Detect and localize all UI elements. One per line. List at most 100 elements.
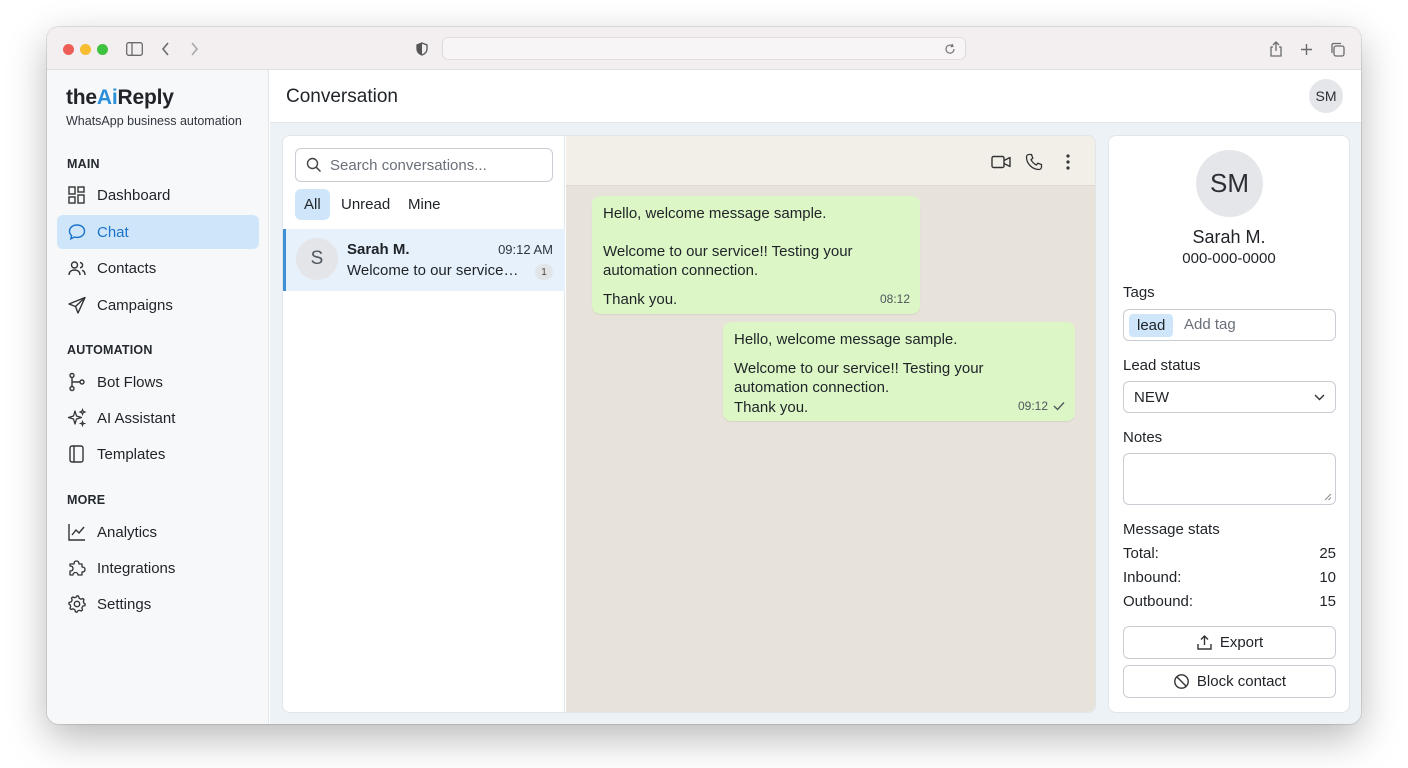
flow-icon [69,372,85,392]
user-avatar-button[interactable]: SM [1309,79,1343,113]
unread-badge: 1 [535,264,553,280]
tag-chip[interactable]: lead [1129,314,1174,337]
tags-field[interactable]: lead [1123,309,1336,341]
sidebar-item-contacts[interactable]: Contacts [57,251,259,285]
browser-toolbar [47,27,1361,70]
sidebar-item-settings[interactable]: Settings [57,587,259,621]
section-title-more: MORE [67,493,106,507]
lead-status-select[interactable]: NEW [1123,381,1336,413]
conversation-name: Sarah M. [347,241,410,258]
dashboard-icon [68,186,85,204]
chevron-down-icon [1314,394,1325,401]
section-title-main: MAIN [67,157,100,171]
sidebar-item-templates[interactable]: Templates [57,437,259,471]
stat-row-total: Total: 25 [1123,545,1336,562]
message-line: Thank you. [603,290,678,308]
contact-name: Sarah M. [1192,227,1266,247]
sidebar-item-label: Chat [97,223,129,241]
sidebar-item-label: Contacts [97,259,157,277]
sidebar-item-analytics[interactable]: Analytics [57,515,259,549]
section-title-automation: AUTOMATION [67,343,153,357]
lead-status-label: Lead status [1123,357,1201,374]
phone-call-icon[interactable] [1023,151,1045,173]
address-bar[interactable] [442,37,966,60]
page-header: Conversation SM [270,70,1361,123]
resize-handle-icon[interactable] [1324,493,1332,501]
video-call-icon[interactable] [990,151,1012,173]
sidebar-item-dashboard[interactable]: Dashboard [57,178,259,212]
chat-panel: All Unread Mine S Sarah M. 09:12 AM Welc… [282,135,1096,713]
conversation-time: 09:12 AM [498,242,553,257]
back-icon[interactable] [156,39,176,59]
template-icon [69,445,84,463]
sidebar: theAiReply WhatsApp business automation … [47,70,269,724]
maximize-window-button[interactable] [97,44,108,55]
contacts-icon [68,261,86,276]
search-box[interactable] [295,148,553,182]
block-icon [1173,674,1189,689]
sent-check-icon [1053,402,1065,411]
privacy-shield-icon[interactable] [412,39,432,59]
more-options-icon[interactable] [1057,151,1079,173]
sidebar-item-label: Settings [97,595,152,613]
tags-label: Tags [1123,284,1155,301]
share-icon[interactable] [1266,39,1286,59]
gear-icon [68,595,86,613]
reload-icon[interactable] [944,43,956,55]
sparkles-icon [67,408,87,428]
sidebar-item-label: AI Assistant [97,409,176,427]
sidebar-item-chat[interactable]: Chat [57,215,259,249]
page-title: Conversation [286,86,398,107]
sidebar-item-integrations[interactable]: Integrations [57,551,259,585]
add-tag-input[interactable] [1184,316,1324,333]
message-area: Hello, welcome message sample. Welcome t… [566,136,1095,712]
sidebar-item-bot-flows[interactable]: Bot Flows [57,365,259,399]
sidebar-item-campaigns[interactable]: Campaigns [57,288,259,322]
message-line: Hello, welcome message sample. [603,205,827,222]
block-contact-button[interactable]: Block contact [1123,665,1336,698]
sidebar-item-label: Templates [97,445,166,463]
message-stats-title: Message stats [1123,521,1220,538]
conversation-item[interactable]: S Sarah M. 09:12 AM Welcome to our servi… [283,229,565,291]
contact-phone: 000-000-0000 [1182,250,1276,267]
brand-logo[interactable]: theAiReply [66,86,174,110]
chart-icon [68,524,85,541]
sidebar-item-label: Bot Flows [97,373,163,391]
search-input[interactable] [330,156,530,174]
message-bubble-outbound[interactable]: Hello, welcome message sample. Welcome t… [723,322,1075,421]
message-time: 08:12 [879,291,910,306]
sidebar-item-label: Integrations [97,559,176,577]
message-line: Hello, welcome message sample. [734,331,958,348]
avatar: S [296,238,338,280]
message-bubble-inbound[interactable]: Hello, welcome message sample. Welcome t… [592,196,920,314]
notes-label: Notes [1123,429,1163,446]
message-line: automation connection. [734,379,890,396]
stat-row-inbound: Inbound: 10 [1123,569,1336,586]
new-tab-icon[interactable] [1296,39,1316,59]
filter-tab-mine[interactable]: Mine [399,189,450,220]
export-button[interactable]: Export [1123,626,1336,659]
message-line: Welcome to our service!! Testing your [603,242,853,260]
conversation-list: All Unread Mine S Sarah M. 09:12 AM Welc… [283,136,565,712]
sidebar-item-label: Dashboard [97,186,171,204]
sidebar-item-ai-assistant[interactable]: AI Assistant [57,401,259,435]
conversation-preview: Welcome to our service!! Testing your au… [347,262,522,279]
main-area: Conversation SM All Unread Mine S Sarah … [270,70,1361,724]
tab-overview-icon[interactable] [1327,39,1347,59]
sidebar-toggle-icon[interactable] [124,39,144,59]
filter-tab-all[interactable]: All [295,189,330,220]
search-icon [306,157,322,173]
contact-panel: SM Sarah M. 000-000-0000 Tags lead Lead … [1108,135,1350,713]
chat-header [566,136,1095,186]
filter-tab-unread[interactable]: Unread [332,189,399,220]
browser-window: theAiReply WhatsApp business automation … [47,27,1361,724]
notes-textarea[interactable] [1123,453,1336,505]
chat-icon [68,224,86,241]
minimize-window-button[interactable] [80,44,91,55]
close-window-button[interactable] [63,44,74,55]
stat-row-outbound: Outbound: 15 [1123,593,1336,610]
forward-icon[interactable] [184,39,204,59]
upload-icon [1197,635,1212,650]
message-line: automation connection. [603,262,759,279]
message-time: 09:12 [1018,397,1065,417]
